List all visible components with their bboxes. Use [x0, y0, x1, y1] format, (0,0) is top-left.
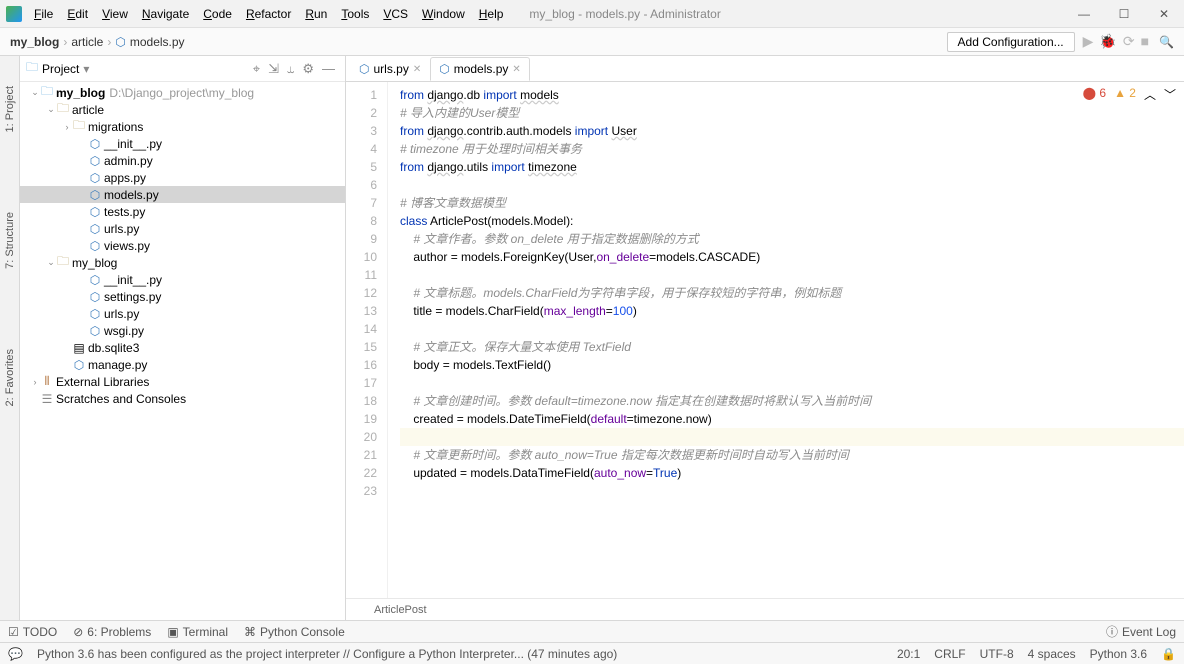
tree-item-tests-py[interactable]: ⬡tests.py — [20, 203, 345, 220]
window-controls: — ☐ ✕ — [1064, 3, 1184, 25]
project-tool-tab[interactable]: 1: Project — [4, 86, 16, 132]
menu-tools[interactable]: Tools — [335, 3, 375, 25]
event-log-tool[interactable]: ⓘ Event Log — [1106, 623, 1176, 640]
tree-item-wsgi-py[interactable]: ⬡wsgi.py — [20, 322, 345, 339]
toolbar-run-icons: ▶ 🐞 ⟳ ■ — [1083, 33, 1149, 50]
menu-edit[interactable]: Edit — [61, 3, 94, 25]
project-tree[interactable]: ⌄🗀my_blogD:\Django_project\my_blog⌄🗀arti… — [20, 82, 345, 620]
close-tab-icon[interactable]: ✕ — [512, 64, 520, 75]
line-ending[interactable]: CRLF — [934, 647, 965, 661]
dropdown-icon[interactable]: ▾ — [83, 62, 89, 76]
menu-file[interactable]: File — [28, 3, 59, 25]
structure-tool-tab[interactable]: 7: Structure — [4, 212, 16, 269]
lock-icon[interactable]: 🔒 — [1161, 647, 1176, 661]
breadcrumb: my_blog › article › ⬡ models.py — [10, 35, 185, 49]
problems-tool[interactable]: ⊘ 6: Problems — [73, 625, 151, 639]
tree-item-migrations[interactable]: ›🗀migrations — [20, 118, 345, 135]
chevron-right-icon: › — [63, 35, 67, 49]
breadcrumb-project[interactable]: my_blog — [10, 35, 59, 49]
minimize-icon[interactable]: — — [1064, 3, 1104, 25]
tree-item-db-sqlite3[interactable]: ▤db.sqlite3 — [20, 339, 345, 356]
app-icon — [6, 6, 22, 22]
folder-icon: 🗀 — [26, 58, 38, 79]
run-icon[interactable]: ▶ — [1083, 33, 1094, 50]
titlebar: FileEditViewNavigateCodeRefactorRunTools… — [0, 0, 1184, 28]
add-configuration-button[interactable]: Add Configuration... — [947, 32, 1075, 52]
window-title: my_blog - models.py - Administrator — [529, 7, 720, 21]
project-panel-header: 🗀 Project ▾ ⌖ ⇲ ⥿ ⚙ — — [20, 56, 345, 82]
bottom-tool-strip: ☑ TODO ⊘ 6: Problems ▣ Terminal ⌘ Python… — [0, 620, 1184, 642]
tree-item-models-py[interactable]: ⬡models.py — [20, 186, 345, 203]
tree-item-settings-py[interactable]: ⬡settings.py — [20, 288, 345, 305]
tree-item-article[interactable]: ⌄🗀article — [20, 101, 345, 118]
maximize-icon[interactable]: ☐ — [1104, 3, 1144, 25]
code-editor[interactable]: ⬤ 6 ▲ 2 ︿ ﹀ 1234567891011121314151617181… — [346, 82, 1184, 598]
status-message[interactable]: Python 3.6 has been configured as the pr… — [37, 647, 883, 661]
close-tab-icon[interactable]: ✕ — [413, 64, 421, 75]
tree-item-manage-py[interactable]: ⬡manage.py — [20, 356, 345, 373]
inspection-widget[interactable]: ⬤ 6 ▲ 2 ︿ ﹀ — [1083, 86, 1176, 103]
tree-item-admin-py[interactable]: ⬡admin.py — [20, 152, 345, 169]
coverage-icon[interactable]: ⟳ — [1123, 33, 1135, 50]
menu-run[interactable]: Run — [299, 3, 333, 25]
gutter: 1234567891011121314151617181920212223 — [346, 82, 388, 598]
collapse-icon[interactable]: ⥿ — [287, 61, 294, 77]
tab-models-py[interactable]: ⬡models.py✕ — [430, 57, 530, 81]
status-bar: 💬 Python 3.6 has been configured as the … — [0, 642, 1184, 664]
project-tool-window: 🗀 Project ▾ ⌖ ⇲ ⥿ ⚙ — ⌄🗀my_blogD:\Django… — [20, 56, 346, 620]
editor-tabs: ⬡urls.py✕⬡models.py✕ — [346, 56, 1184, 82]
editor-area: ⬡urls.py✕⬡models.py✕ ⬤ 6 ▲ 2 ︿ ﹀ 1234567… — [346, 56, 1184, 620]
tree-item-__init__-py[interactable]: ⬡__init__.py — [20, 135, 345, 152]
project-panel-title[interactable]: Project — [42, 62, 79, 76]
tab-urls-py[interactable]: ⬡urls.py✕ — [350, 57, 430, 81]
indent[interactable]: 4 spaces — [1028, 647, 1076, 661]
interpreter[interactable]: Python 3.6 — [1090, 647, 1147, 661]
chevron-up-icon[interactable]: ︿ — [1144, 86, 1156, 103]
stop-icon[interactable]: ■ — [1141, 33, 1149, 50]
tree-item-__init__-py[interactable]: ⬡__init__.py — [20, 271, 345, 288]
main-menu: FileEditViewNavigateCodeRefactorRunTools… — [28, 3, 509, 25]
tree-scratches[interactable]: ☰Scratches and Consoles — [20, 390, 345, 407]
code-content[interactable]: from django.db import models# 导入内建的User模… — [388, 82, 1184, 598]
menu-refactor[interactable]: Refactor — [240, 3, 297, 25]
target-icon[interactable]: ⌖ — [253, 61, 260, 77]
menu-help[interactable]: Help — [473, 3, 510, 25]
menu-view[interactable]: View — [96, 3, 134, 25]
tree-item-apps-py[interactable]: ⬡apps.py — [20, 169, 345, 186]
breadcrumb-module[interactable]: article — [71, 35, 103, 49]
terminal-tool[interactable]: ▣ Terminal — [167, 625, 228, 639]
tree-item-my_blog[interactable]: ⌄🗀my_blog — [20, 254, 345, 271]
notification-icon[interactable]: 💬 — [8, 647, 23, 661]
chevron-right-icon: › — [107, 35, 111, 49]
left-tool-strip: 1: Project 7: Structure 2: Favorites — [0, 56, 20, 620]
breadcrumb-file[interactable]: models.py — [130, 35, 185, 49]
chevron-down-icon[interactable]: ﹀ — [1164, 86, 1176, 103]
tree-item-urls-py[interactable]: ⬡urls.py — [20, 305, 345, 322]
python-file-icon: ⬡ — [115, 35, 125, 49]
caret-position[interactable]: 20:1 — [897, 647, 920, 661]
main-area: 1: Project 7: Structure 2: Favorites 🗀 P… — [0, 56, 1184, 620]
settings-icon[interactable]: ⚙ — [302, 61, 314, 77]
close-icon[interactable]: ✕ — [1144, 3, 1184, 25]
hide-icon[interactable]: — — [322, 61, 335, 76]
todo-tool[interactable]: ☑ TODO — [8, 625, 57, 639]
menu-vcs[interactable]: VCS — [377, 3, 414, 25]
tree-external-libraries[interactable]: ›⫴External Libraries — [20, 373, 345, 390]
tree-item-urls-py[interactable]: ⬡urls.py — [20, 220, 345, 237]
menu-code[interactable]: Code — [197, 3, 238, 25]
nav-bar: my_blog › article › ⬡ models.py Add Conf… — [0, 28, 1184, 56]
warning-count: ▲ 2 — [1114, 86, 1136, 103]
editor-breadcrumb[interactable]: ArticlePost — [346, 598, 1184, 620]
menu-window[interactable]: Window — [416, 3, 471, 25]
favorites-tool-tab[interactable]: 2: Favorites — [4, 349, 16, 406]
encoding[interactable]: UTF-8 — [980, 647, 1014, 661]
expand-icon[interactable]: ⇲ — [268, 61, 279, 77]
menu-navigate[interactable]: Navigate — [136, 3, 195, 25]
debug-icon[interactable]: 🐞 — [1099, 33, 1116, 50]
search-icon[interactable]: 🔍 — [1159, 35, 1174, 49]
python-console-tool[interactable]: ⌘ Python Console — [244, 625, 345, 639]
error-count: ⬤ 6 — [1083, 86, 1106, 103]
